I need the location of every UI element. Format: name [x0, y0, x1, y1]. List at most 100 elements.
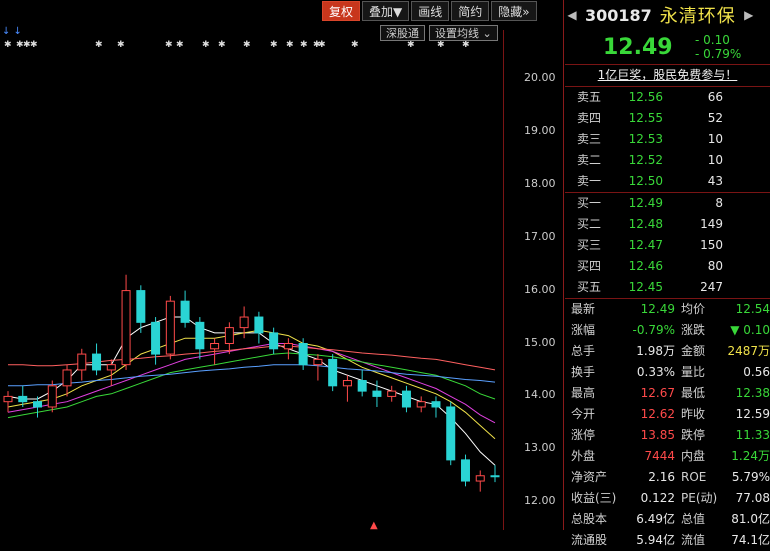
price-axis-tick: 19.00	[524, 123, 556, 137]
candle	[121, 274, 131, 370]
hide-button[interactable]: 隐藏»	[491, 1, 537, 21]
candle	[254, 311, 264, 344]
candle	[106, 359, 116, 386]
stat-label: 总股本	[571, 512, 608, 526]
candle	[151, 317, 161, 365]
stat-label: 总值	[681, 512, 706, 526]
kline-svg	[3, 274, 500, 492]
stat-value: 2487万	[727, 344, 770, 358]
order-price: 12.53	[628, 132, 663, 146]
candle	[62, 364, 72, 397]
order-row[interactable]: 买三 12.47 150	[565, 235, 770, 256]
stat-value: 12.54	[735, 302, 770, 316]
draw-line-button[interactable]: 画线	[411, 1, 450, 21]
candle	[33, 396, 43, 418]
stat-label: 流值	[681, 533, 706, 547]
prev-stock-icon[interactable]: ◀	[565, 8, 579, 22]
candle	[401, 385, 411, 413]
candle	[490, 465, 500, 483]
candle	[77, 348, 87, 381]
kline-chart-area[interactable]: ↓ ↓ ✱ ✱ ✱ ✱ ✱ ✱ ✱ ✱ ✱ ✱ ✱ ✱ ✱ ✱ ✱ ✱ ✱ ✱ ✱ ✱ 20.00 19.00 18.00…	[0, 0, 563, 531]
order-volume: 10	[707, 153, 723, 167]
simple-mode-button[interactable]: 简约	[451, 1, 490, 21]
hk-connect-button[interactable]: 深股通	[380, 25, 425, 41]
stat-value: 0.122	[640, 491, 675, 505]
candle	[475, 470, 485, 492]
stat-value: -0.79%	[632, 323, 675, 337]
candle	[328, 354, 338, 392]
promo-link[interactable]: 1亿巨奖，股民免费参与！	[565, 64, 770, 87]
candle	[3, 391, 13, 413]
order-price: 12.52	[628, 153, 663, 167]
order-row[interactable]: 卖三 12.53 10	[565, 129, 770, 150]
stock-code: 300187	[585, 5, 652, 25]
sell-orders: 卖五 12.56 66 卖四 12.55 52 卖三 12.53 10 卖二 12.52 10 卖一 12…	[565, 87, 770, 192]
order-level-label: 买二	[577, 217, 602, 231]
stat-row: 总股本 6.49亿 总值 81.0亿	[565, 509, 770, 530]
price-axis-tick: 18.00	[524, 176, 556, 190]
fuquan-button[interactable]: 复权	[322, 1, 361, 21]
stat-value: 11.33	[735, 428, 770, 442]
stat-value: 1.24万	[731, 449, 770, 463]
stat-value: 12.49	[640, 302, 675, 316]
order-row[interactable]: 买二 12.48 149	[565, 214, 770, 235]
price-axis-divider	[503, 30, 504, 530]
order-row[interactable]: 买四 12.46 80	[565, 256, 770, 277]
stat-row: 涨停 13.85 跌停 11.33	[565, 425, 770, 446]
order-price: 12.45	[628, 280, 663, 294]
stat-label: 内盘	[681, 449, 706, 463]
order-price: 12.56	[628, 90, 663, 104]
order-row[interactable]: 卖五 12.56 66	[565, 87, 770, 108]
candle	[180, 290, 190, 328]
candle	[342, 375, 352, 402]
price-axis-tick: 13.00	[524, 441, 556, 455]
candle	[446, 401, 456, 466]
price-axis-tick: 17.00	[524, 229, 556, 243]
quote-panel: ◀ 300187 永清环保 ▶ 12.49 - 0.10 - 0.79% 1亿巨…	[565, 0, 770, 547]
order-level-label: 买一	[577, 196, 602, 210]
stat-value: 12.62	[640, 407, 675, 421]
order-volume: 8	[715, 196, 723, 210]
order-level-label: 买五	[577, 280, 602, 294]
order-row[interactable]: 卖二 12.52 10	[565, 150, 770, 171]
stat-label: ROE	[681, 470, 707, 484]
stat-label: 跌停	[681, 428, 706, 442]
stat-row: 总手 1.98万 金额 2487万	[565, 341, 770, 362]
stat-value: 12.67	[640, 386, 675, 400]
order-row[interactable]: 卖一 12.50 43	[565, 171, 770, 192]
ma-settings-button[interactable]: 设置均线 ⌄	[429, 25, 498, 41]
candle	[357, 369, 367, 397]
stat-label: PE(动)	[681, 491, 718, 505]
order-row[interactable]: 卖四 12.55 52	[565, 108, 770, 129]
order-volume: 150	[700, 238, 723, 252]
moving-average-line	[7, 316, 496, 466]
overlay-button[interactable]: 叠加▼	[362, 1, 410, 21]
order-volume: 66	[707, 90, 723, 104]
stock-name: 永清环保	[659, 6, 736, 27]
stat-row: 最高 12.67 最低 12.38	[565, 383, 770, 404]
stat-label: 涨停	[571, 428, 596, 442]
moving-average-line	[7, 329, 496, 440]
stat-label: 换手	[571, 365, 596, 379]
candle	[387, 385, 397, 402]
stat-row: 换手 0.33% 量比 0.56	[565, 362, 770, 383]
stock-header: ◀ 300187 永清环保 ▶	[565, 0, 770, 30]
next-stock-icon[interactable]: ▶	[742, 8, 756, 22]
order-row[interactable]: 买一 12.49 8	[565, 193, 770, 214]
order-level-label: 卖一	[577, 174, 602, 188]
stat-row: 外盘 7444 内盘 1.24万	[565, 446, 770, 467]
panel-divider	[563, 0, 564, 530]
stat-value: 5.94亿	[636, 533, 675, 547]
chart-toolbar: 复权 叠加▼ 画线 简约 隐藏»	[322, 1, 537, 21]
order-level-label: 卖五	[577, 90, 602, 104]
order-row[interactable]: 买五 12.45 247	[565, 277, 770, 298]
stat-label: 最高	[571, 386, 596, 400]
order-level-label: 买四	[577, 259, 602, 273]
order-level-label: 卖四	[577, 111, 602, 125]
stat-value: ▼ 0.10	[730, 323, 770, 337]
price-axis-tick: 15.00	[524, 335, 556, 349]
change-percent: - 0.79%	[695, 47, 742, 61]
stat-value: 5.79%	[731, 470, 770, 484]
price-box: 12.49 - 0.10 - 0.79%	[565, 30, 770, 64]
candle	[431, 396, 441, 418]
